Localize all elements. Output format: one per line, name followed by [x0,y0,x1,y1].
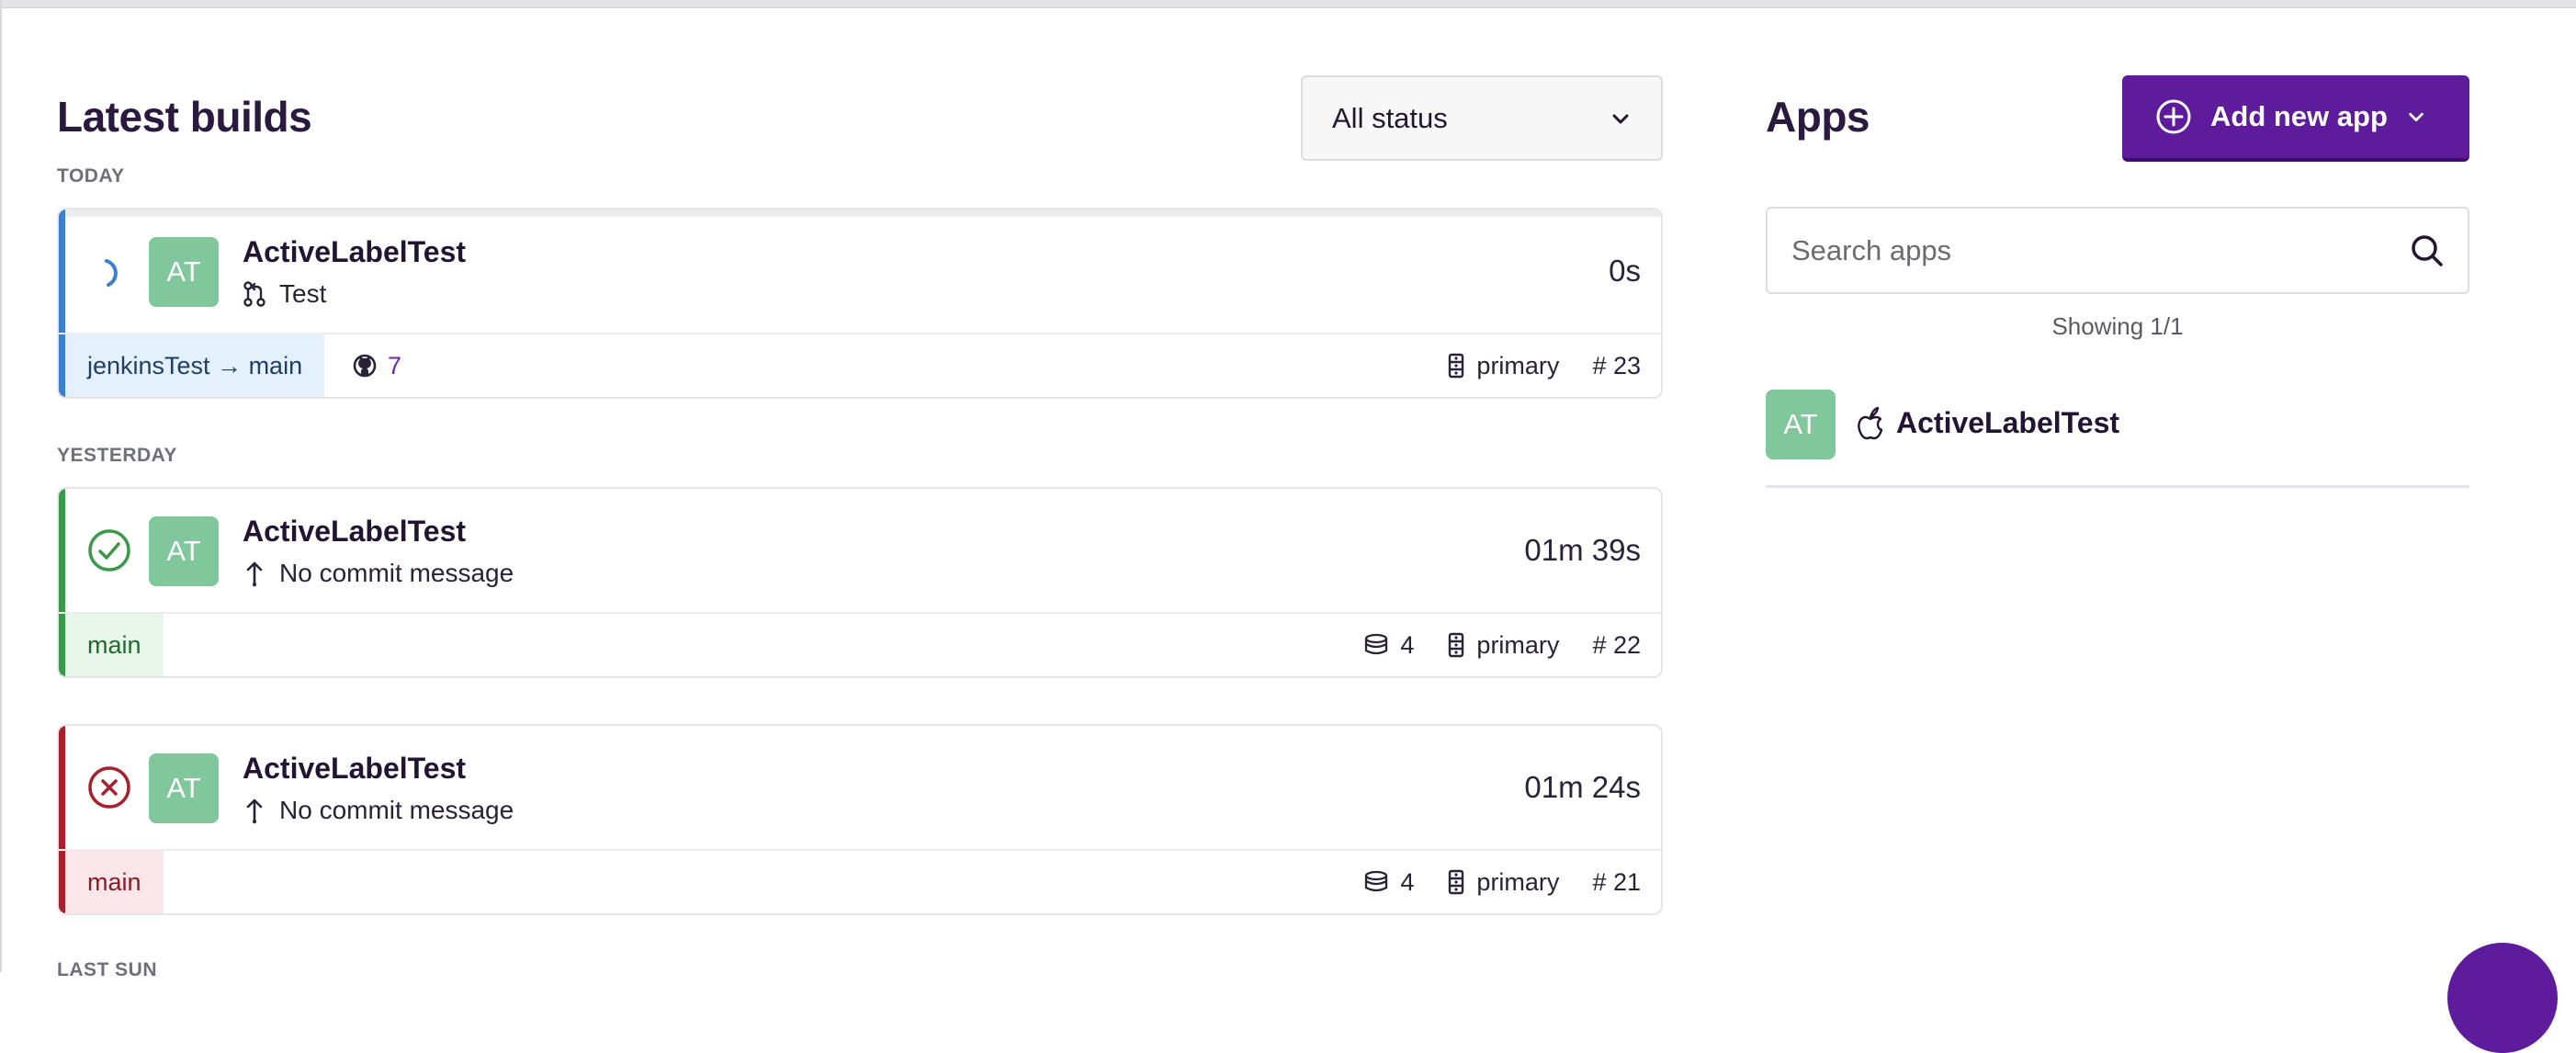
commit-message: No commit message [279,796,514,824]
app-avatar: AT [1766,390,1836,459]
pull-request-icon [243,281,266,307]
chat-fab-button[interactable] [2447,943,2558,1053]
artifacts-stack-icon [1365,870,1388,892]
commit-message: Test [279,279,327,308]
artifacts-count: 4 [1400,630,1415,659]
commit-message: No commit message [279,559,514,587]
group-label-yesterday: YESTERDAY [57,445,177,466]
plus-circle-icon [2156,99,2191,134]
machine-name: primary [1476,351,1560,379]
branch-tag[interactable]: jenkinsTest → main [65,334,325,397]
artifacts-info: 4 [1363,868,1414,897]
server-icon [1449,869,1464,895]
build-number: # 23 [1592,351,1641,379]
build-app-name: ActiveLabelTest [243,752,467,785]
machine-name: primary [1476,630,1560,659]
machine-info: primary [1447,352,1559,380]
status-filter-value: All status [1332,101,1448,134]
chevron-down-icon [1612,114,1629,123]
build-number: # 22 [1592,630,1641,659]
build-duration: 01m 24s [1524,770,1641,804]
app-avatar: AT [149,516,219,586]
commit-arrow-icon [246,798,263,824]
artifacts-count: 4 [1400,867,1415,896]
search-apps-box[interactable] [1766,207,2469,294]
commit-arrow-icon [246,561,263,587]
build-card-22[interactable]: AT ActiveLabelTest No commit message 01m… [57,487,1663,678]
window-top-bar [0,0,2576,8]
commit-info: No commit message [243,559,514,588]
running-spinner-icon [105,259,118,287]
build-duration: 01m 39s [1524,533,1641,567]
build-number: # 21 [1592,867,1641,896]
apple-icon [1858,406,1883,440]
window-left-border [0,0,2,972]
chevron-down-icon [2409,112,2423,122]
server-icon [1449,353,1464,379]
build-card-21[interactable]: AT ActiveLabelTest No commit message 01m… [57,724,1663,915]
latest-builds-title: Latest builds [57,93,312,141]
app-list-item[interactable]: AT ActiveLabelTest [1766,388,2469,488]
build-app-name: ActiveLabelTest [243,235,467,268]
app-name: ActiveLabelTest [1896,406,2120,439]
group-label-today: TODAY [57,165,125,187]
artifacts-info: 4 [1363,631,1414,660]
apps-title: Apps [1766,93,1870,141]
machine-info: primary [1447,868,1559,897]
branch-tag[interactable]: main [65,851,164,913]
server-icon [1449,632,1464,658]
pull-request-link[interactable]: 7 [353,334,401,397]
branch-tag[interactable]: main [65,614,164,676]
app-avatar: AT [149,753,219,823]
machine-name: primary [1476,867,1560,896]
showing-count: Showing 1/1 [2051,312,2184,340]
app-avatar: AT [149,237,219,307]
artifacts-stack-icon [1365,633,1388,655]
search-icon[interactable] [2409,232,2446,269]
search-apps-input[interactable] [1790,232,2409,268]
build-duration: 0s [1609,254,1641,288]
pull-request-number: 7 [388,351,402,379]
commit-info: No commit message [243,796,514,825]
group-label-last-sun: LAST SUN [57,959,157,980]
add-new-app-label: Add new app [2210,100,2388,132]
machine-info: primary [1447,631,1559,660]
build-app-name: ActiveLabelTest [243,515,467,548]
status-filter-dropdown[interactable]: All status [1301,75,1663,161]
failed-x-icon [88,766,130,809]
add-new-app-button[interactable]: Add new app [2122,75,2469,162]
github-icon [353,354,377,378]
commit-info: Test [243,279,326,309]
build-card-23[interactable]: AT ActiveLabelTest Test 0s jenkinsTest →… [57,208,1663,399]
success-check-icon [88,529,130,572]
